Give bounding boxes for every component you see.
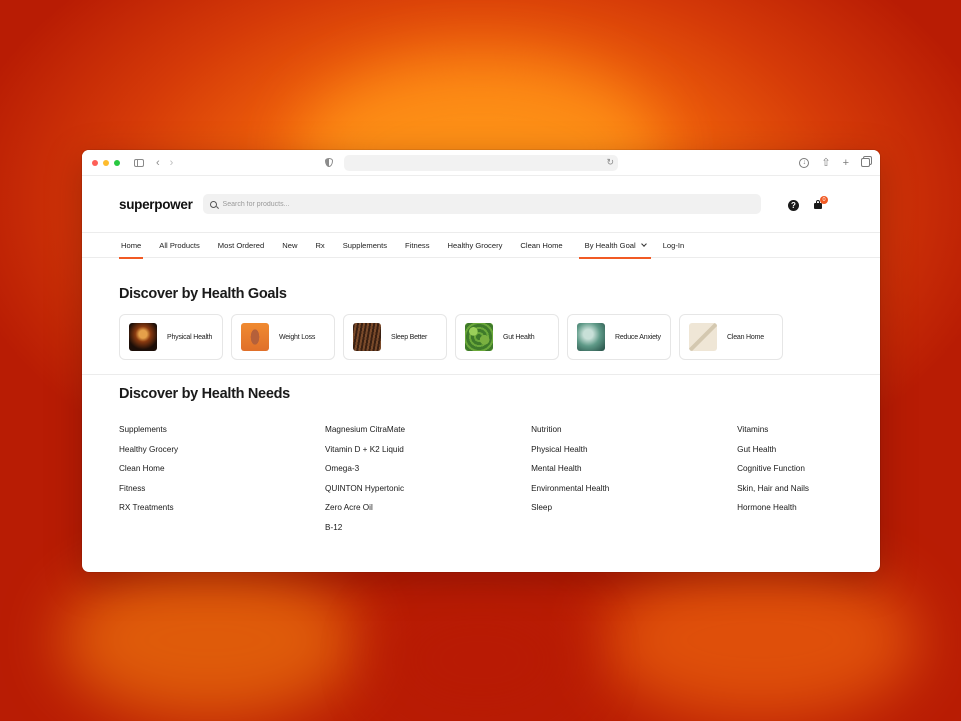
needs-link[interactable]: Supplements xyxy=(119,425,325,445)
needs-link[interactable]: Clean Home xyxy=(119,464,325,484)
search-bar[interactable] xyxy=(202,194,761,214)
site-header: superpower ? 0 xyxy=(82,176,880,232)
nav-supplements[interactable]: Supplements xyxy=(341,233,389,258)
needs-link[interactable]: QUINTON Hypertonic xyxy=(325,484,531,504)
needs-link[interactable]: Vitamin D + K2 Liquid xyxy=(325,445,531,465)
nav-healthy-grocery[interactable]: Healthy Grocery xyxy=(446,233,505,258)
health-needs-section: Discover by Health Needs Supplements Hea… xyxy=(82,375,880,542)
nav-by-health-goal[interactable]: By Health Goal xyxy=(578,233,651,259)
chevron-down-icon xyxy=(640,240,647,247)
goal-thumbnail xyxy=(689,323,717,351)
nav-clean-home[interactable]: Clean Home xyxy=(518,233,564,258)
cart-count-badge: 0 xyxy=(820,196,828,204)
minimize-window-button[interactable] xyxy=(103,159,109,166)
zoom-window-button[interactable] xyxy=(114,159,120,166)
needs-link[interactable]: B-12 xyxy=(325,523,531,543)
nav-most-ordered[interactable]: Most Ordered xyxy=(216,233,266,258)
goal-card-sleep-better[interactable]: Sleep Better xyxy=(343,314,447,360)
needs-link[interactable]: Skin, Hair and Nails xyxy=(737,484,843,504)
needs-link[interactable]: Mental Health xyxy=(531,464,737,484)
goal-card-weight-loss[interactable]: Weight Loss xyxy=(231,314,335,360)
back-icon[interactable]: ‹ xyxy=(156,157,160,169)
needs-link[interactable]: Zero Acre Oil xyxy=(325,503,531,523)
needs-link[interactable]: Hormone Health xyxy=(737,503,843,523)
goal-thumbnail xyxy=(241,323,269,351)
nav-fitness[interactable]: Fitness xyxy=(403,233,431,258)
goal-card-label: Gut Health xyxy=(503,333,535,341)
goal-thumbnail xyxy=(353,323,381,351)
needs-link[interactable]: Cognitive Function xyxy=(737,464,843,484)
goal-card-label: Physical Health xyxy=(167,333,213,341)
close-window-button[interactable] xyxy=(92,159,98,166)
needs-link[interactable]: Magnesium CitraMate xyxy=(325,425,531,445)
nav-all-products[interactable]: All Products xyxy=(157,233,202,258)
address-bar[interactable]: ↻ xyxy=(344,155,618,171)
needs-link[interactable]: RX Treatments xyxy=(119,503,325,523)
health-goals-title: Discover by Health Goals xyxy=(119,286,287,302)
nav-rx[interactable]: Rx xyxy=(313,233,326,258)
browser-toolbar: ‹ › ↻ ↓ ⇧ + xyxy=(82,150,880,176)
goal-card-label: Sleep Better xyxy=(391,333,428,341)
needs-link[interactable]: Fitness xyxy=(119,484,325,504)
forward-icon[interactable]: › xyxy=(170,157,174,169)
nav-log-in[interactable]: Log-In xyxy=(661,233,687,258)
download-icon[interactable]: ↓ xyxy=(799,157,810,168)
tabs-overview-icon[interactable] xyxy=(861,158,870,167)
needs-link[interactable]: Vitamins xyxy=(737,425,843,445)
needs-column: Vitamins Gut Health Cognitive Function S… xyxy=(737,425,843,542)
share-icon[interactable]: ⇧ xyxy=(821,156,830,169)
main-nav: Home All Products Most Ordered New Rx Su… xyxy=(82,232,880,259)
sidebar-icon[interactable] xyxy=(134,158,144,167)
needs-link[interactable]: Healthy Grocery xyxy=(119,445,325,465)
needs-column: Nutrition Physical Health Mental Health … xyxy=(531,425,737,542)
nav-new[interactable]: New xyxy=(280,233,299,258)
search-input[interactable] xyxy=(222,200,723,208)
goal-thumbnail xyxy=(577,323,605,351)
health-goals-section: Discover by Health Goals Physical Health… xyxy=(82,258,880,375)
browser-window: ‹ › ↻ ↓ ⇧ + superpower ? 0 Home All Prod… xyxy=(82,150,880,572)
wallpaper-glow xyxy=(60,560,360,720)
goal-thumbnail xyxy=(465,323,493,351)
needs-column: Magnesium CitraMate Vitamin D + K2 Liqui… xyxy=(325,425,531,542)
site-logo[interactable]: superpower xyxy=(119,197,193,212)
needs-link[interactable]: Gut Health xyxy=(737,445,843,465)
wallpaper-glow xyxy=(600,560,920,720)
shield-icon[interactable] xyxy=(325,158,333,167)
goal-card-gut-health[interactable]: Gut Health xyxy=(455,314,559,360)
goal-card-physical-health[interactable]: Physical Health xyxy=(119,314,223,360)
search-icon xyxy=(209,200,217,208)
needs-link[interactable]: Physical Health xyxy=(531,445,737,465)
wallpaper-glow xyxy=(380,600,580,720)
needs-column: Supplements Healthy Grocery Clean Home F… xyxy=(119,425,325,542)
goal-card-label: Clean Home xyxy=(727,333,764,341)
window-controls xyxy=(92,159,120,166)
needs-link[interactable]: Nutrition xyxy=(531,425,737,445)
needs-link[interactable]: Sleep xyxy=(531,503,737,523)
nav-by-health-goal-label: By Health Goal xyxy=(584,240,636,250)
goal-card-label: Weight Loss xyxy=(279,333,316,341)
new-tab-icon[interactable]: + xyxy=(843,157,849,169)
health-needs-title: Discover by Health Needs xyxy=(119,386,290,402)
nav-home[interactable]: Home xyxy=(119,233,144,259)
goal-card-clean-home[interactable]: Clean Home xyxy=(679,314,783,360)
reload-icon[interactable]: ↻ xyxy=(606,157,614,168)
help-icon[interactable]: ? xyxy=(788,200,799,211)
needs-link[interactable]: Environmental Health xyxy=(531,484,737,504)
goal-card-reduce-anxiety[interactable]: Reduce Anxiety xyxy=(567,314,671,360)
needs-link[interactable]: Omega-3 xyxy=(325,464,531,484)
goal-card-label: Reduce Anxiety xyxy=(615,333,661,341)
goal-thumbnail xyxy=(129,323,157,351)
